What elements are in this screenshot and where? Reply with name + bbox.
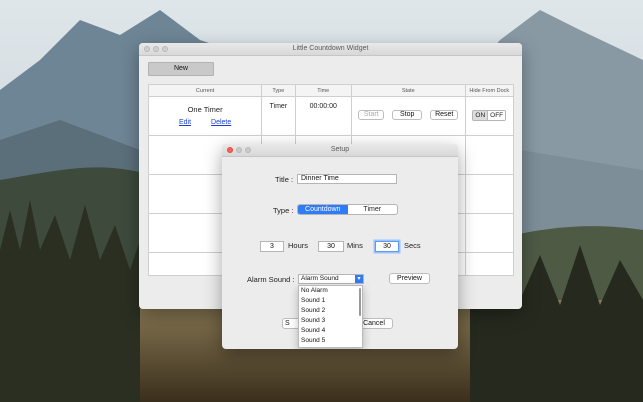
column-current: Current bbox=[147, 84, 263, 97]
preview-label: Preview bbox=[397, 275, 422, 282]
empty-cell bbox=[464, 135, 515, 175]
timer-time: 00:00:00 bbox=[309, 103, 337, 110]
column-state: State bbox=[350, 84, 466, 97]
timer-type: Timer bbox=[269, 103, 288, 110]
toggle-off[interactable]: OFF bbox=[487, 111, 506, 120]
zoom-icon[interactable] bbox=[245, 147, 251, 153]
segment-timer[interactable]: Timer bbox=[348, 205, 398, 214]
cell-hide-from-dock: ON OFF bbox=[464, 96, 515, 136]
alarm-option[interactable]: No Alarm bbox=[299, 286, 362, 296]
alarm-sound-selected: Alarm Sound bbox=[301, 275, 339, 282]
cancel-label: Cancel bbox=[363, 320, 385, 327]
dropdown-scrollbar[interactable] bbox=[359, 288, 361, 316]
dock-toggle[interactable]: ON OFF bbox=[472, 110, 507, 121]
start-label: Start bbox=[363, 111, 379, 118]
start-button[interactable]: Start bbox=[358, 110, 385, 120]
delete-link[interactable]: Delete bbox=[211, 119, 231, 126]
setup-titlebar[interactable]: Setup bbox=[222, 144, 458, 157]
empty-cell bbox=[464, 213, 515, 253]
alarm-option[interactable]: Sound 1 bbox=[299, 296, 362, 306]
alarm-option[interactable]: Sound 4 bbox=[299, 326, 362, 336]
alarm-option[interactable]: Sound 3 bbox=[299, 316, 362, 326]
column-hide-from-dock: Hide From Dock bbox=[464, 84, 515, 97]
secs-field[interactable]: 30 bbox=[375, 241, 399, 252]
cell-time: 00:00:00 bbox=[294, 96, 352, 136]
mins-label: Mins bbox=[347, 241, 363, 250]
timer-name: One Timer bbox=[187, 105, 223, 114]
empty-cell bbox=[464, 174, 515, 214]
main-window-title: Little Countdown Widget bbox=[292, 45, 369, 52]
edit-link[interactable]: Edit bbox=[179, 119, 191, 126]
new-button-label: New bbox=[173, 65, 188, 72]
toggle-on[interactable]: ON bbox=[473, 111, 488, 120]
type-label: Type : bbox=[273, 206, 294, 215]
minimize-icon[interactable] bbox=[236, 147, 242, 153]
alarm-sound-label: Alarm Sound : bbox=[247, 275, 295, 284]
close-icon[interactable] bbox=[144, 46, 150, 52]
hours-label: Hours bbox=[288, 241, 309, 250]
segment-countdown[interactable]: Countdown bbox=[298, 205, 348, 214]
alarm-option[interactable]: Sound 5 bbox=[299, 336, 362, 346]
title-field[interactable]: Dinner Time bbox=[297, 174, 397, 184]
title-label: Title : bbox=[275, 175, 294, 184]
zoom-icon[interactable] bbox=[162, 46, 168, 52]
table-header: Current Type Time State Hide From Dock bbox=[147, 84, 515, 97]
alarm-sound-select[interactable]: Alarm Sound ▾ bbox=[298, 274, 364, 284]
save-label: S bbox=[285, 320, 290, 327]
main-titlebar[interactable]: Little Countdown Widget bbox=[139, 43, 522, 56]
alarm-option[interactable]: Sound 2 bbox=[299, 306, 362, 316]
table-row: One Timer Edit Delete Timer 00:00:00 Sta… bbox=[147, 96, 515, 136]
column-type: Type bbox=[261, 84, 296, 97]
hours-field[interactable]: 3 bbox=[260, 241, 284, 252]
mins-field[interactable]: 30 bbox=[318, 241, 344, 252]
close-icon[interactable] bbox=[227, 147, 233, 153]
reset-label: Reset bbox=[435, 111, 454, 118]
new-button[interactable]: New bbox=[148, 62, 214, 76]
type-segmented-control[interactable]: Countdown Timer bbox=[297, 204, 398, 215]
cell-state: Start Stop Reset bbox=[350, 96, 466, 136]
cell-current: One Timer Edit Delete bbox=[147, 96, 263, 136]
secs-label: Secs bbox=[404, 241, 421, 250]
setup-dialog: Setup Title : Dinner Time Type : Countdo… bbox=[222, 144, 458, 349]
stop-button[interactable]: Stop bbox=[392, 110, 423, 120]
cell-type: Timer bbox=[261, 96, 296, 136]
reset-button[interactable]: Reset bbox=[430, 110, 459, 120]
setup-title: Setup bbox=[330, 146, 350, 153]
chevron-down-icon[interactable]: ▾ bbox=[355, 275, 363, 283]
minimize-icon[interactable] bbox=[153, 46, 159, 52]
stop-label: Stop bbox=[400, 111, 415, 118]
empty-cell bbox=[464, 252, 515, 276]
column-time: Time bbox=[294, 84, 352, 97]
preview-button[interactable]: Preview bbox=[389, 273, 430, 284]
alarm-sound-dropdown: No Alarm Sound 1 Sound 2 Sound 3 Sound 4… bbox=[298, 285, 363, 348]
